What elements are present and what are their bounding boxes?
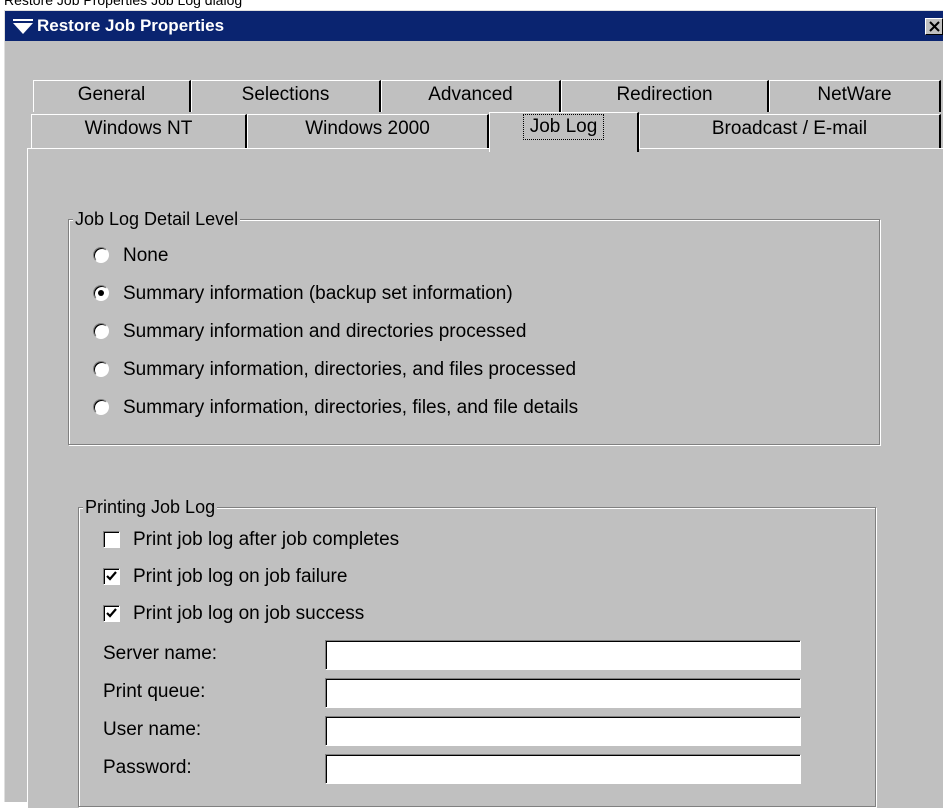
tab-label: Advanced bbox=[428, 84, 513, 105]
restore-job-properties-dialog: Restore Job Properties General Selection… bbox=[4, 10, 943, 808]
tab-job-log[interactable]: Job Log bbox=[489, 112, 639, 152]
checkbox[interactable] bbox=[103, 568, 120, 585]
tab-label: Selections bbox=[241, 84, 330, 105]
user-name-label: User name: bbox=[103, 719, 202, 740]
radio-label: None bbox=[123, 245, 169, 266]
radio-button[interactable] bbox=[93, 361, 109, 377]
tab-windows-2000[interactable]: Windows 2000 bbox=[247, 114, 489, 148]
radio-label: Summary information, directories, files,… bbox=[123, 397, 579, 418]
tab-advanced[interactable]: Advanced bbox=[381, 80, 561, 112]
tab-label: Job Log bbox=[522, 114, 605, 140]
radio-label: Summary information and directories proc… bbox=[123, 321, 527, 342]
tab-general[interactable]: General bbox=[33, 80, 191, 112]
radio-label: Summary information (backup set informat… bbox=[123, 283, 513, 304]
checkbox[interactable] bbox=[103, 531, 120, 548]
window-title: Restore Job Properties bbox=[37, 16, 225, 35]
server-name-input[interactable] bbox=[325, 640, 801, 670]
job-log-detail-level-group: Job Log Detail Level None Summary inform… bbox=[68, 208, 880, 445]
tab-broadcast-email[interactable]: Broadcast / E-mail bbox=[639, 114, 941, 148]
close-icon bbox=[929, 21, 940, 32]
close-button[interactable] bbox=[925, 18, 943, 35]
group-title: Job Log Detail Level bbox=[73, 208, 241, 230]
tab-netware[interactable]: NetWare bbox=[769, 80, 941, 112]
tab-redirection[interactable]: Redirection bbox=[561, 80, 769, 112]
checkmark-icon bbox=[106, 571, 117, 581]
checkbox[interactable] bbox=[103, 605, 120, 622]
checkbox-label: Print job log after job completes bbox=[133, 529, 400, 550]
tab-label: Windows 2000 bbox=[305, 118, 430, 139]
radio-selected-dot bbox=[98, 290, 104, 296]
radio-button[interactable] bbox=[93, 247, 109, 263]
title-bar[interactable]: Restore Job Properties bbox=[5, 11, 943, 41]
printing-job-log-group: Printing Job Log Print job log after job… bbox=[78, 496, 876, 807]
radio-button[interactable] bbox=[93, 285, 109, 301]
password-input[interactable] bbox=[325, 754, 801, 784]
down-triangle-menu-icon[interactable] bbox=[13, 19, 33, 35]
tab-windows-nt[interactable]: Windows NT bbox=[31, 114, 247, 148]
print-queue-label: Print queue: bbox=[103, 681, 206, 702]
print-queue-input[interactable] bbox=[325, 678, 801, 708]
document-caption: Restore Job Properties Job Log dialog bbox=[4, 0, 243, 8]
radio-label: Summary information, directories, and fi… bbox=[123, 359, 577, 380]
radio-button[interactable] bbox=[93, 399, 109, 415]
password-label: Password: bbox=[103, 757, 192, 778]
tab-selections[interactable]: Selections bbox=[191, 80, 381, 112]
radio-button[interactable] bbox=[93, 323, 109, 339]
group-title: Printing Job Log bbox=[83, 496, 218, 518]
checkbox-label: Print job log on job failure bbox=[133, 566, 348, 587]
tab-label: Windows NT bbox=[84, 118, 193, 139]
checkmark-icon bbox=[106, 608, 117, 618]
checkbox-label: Print job log on job success bbox=[133, 603, 365, 624]
tab-label: Broadcast / E-mail bbox=[711, 118, 868, 139]
tab-label: NetWare bbox=[817, 84, 892, 105]
tab-label: Redirection bbox=[616, 84, 713, 105]
user-name-input[interactable] bbox=[325, 716, 801, 746]
tab-label: General bbox=[77, 84, 146, 105]
job-log-tab-panel: Job Log Detail Level None Summary inform… bbox=[27, 148, 943, 808]
server-name-label: Server name: bbox=[103, 643, 218, 664]
